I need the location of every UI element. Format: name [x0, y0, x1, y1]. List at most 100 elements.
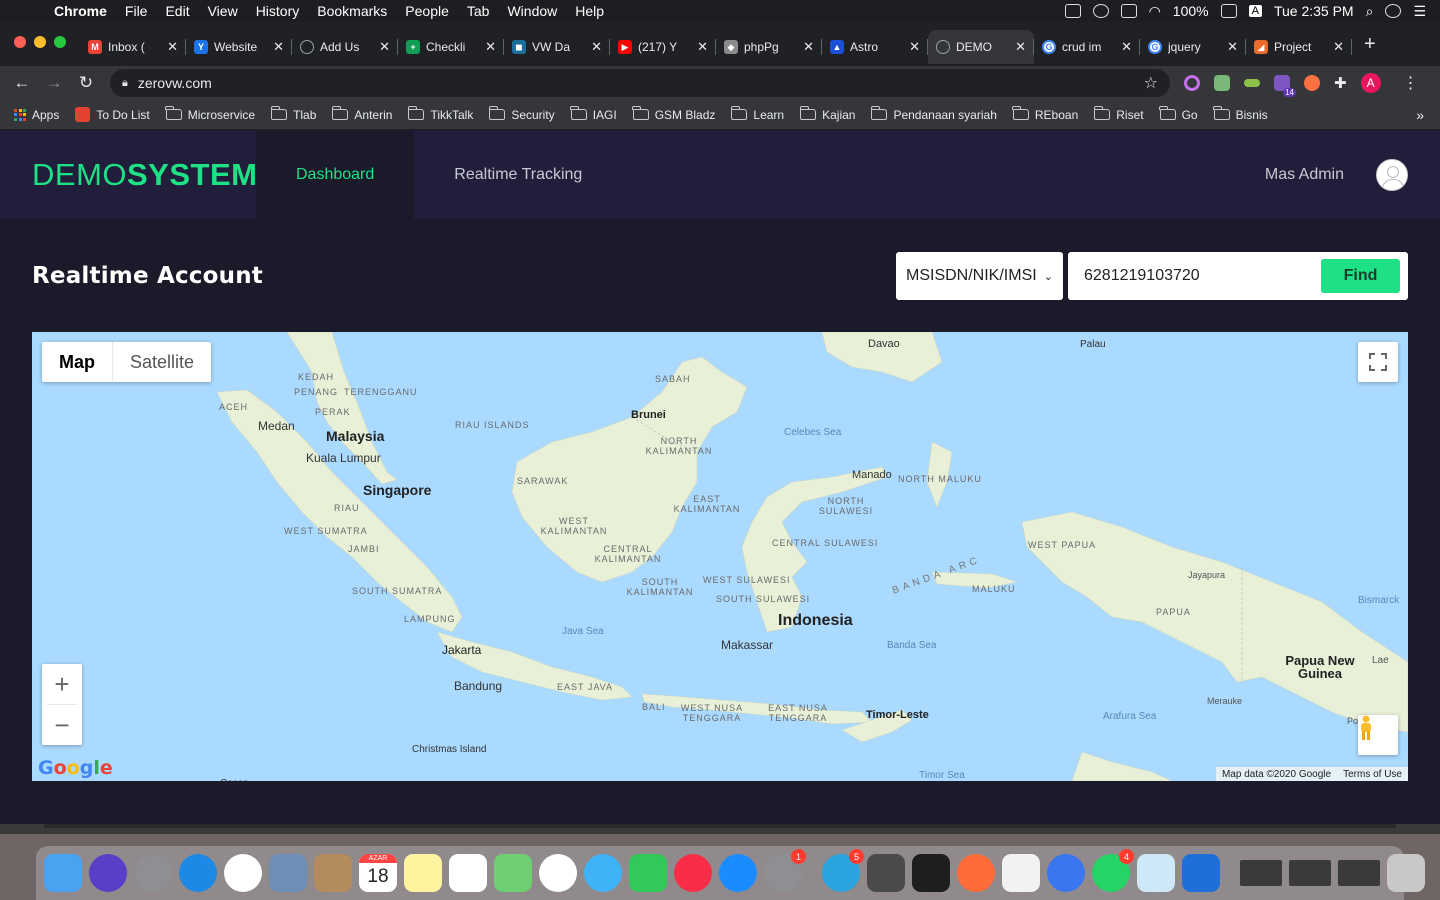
- user-avatar-icon[interactable]: [1376, 159, 1408, 191]
- tab-close-icon[interactable]: ✕: [485, 39, 496, 55]
- notification-icon[interactable]: [1092, 4, 1109, 18]
- user-menu[interactable]: Mas Admin: [1265, 159, 1440, 191]
- browser-tab[interactable]: Y Website ✕: [186, 30, 292, 64]
- forward-button[interactable]: →: [38, 73, 70, 93]
- browser-tab[interactable]: Gjquery ✕: [1140, 30, 1246, 64]
- new-tab-button[interactable]: +: [1352, 33, 1388, 56]
- browser-tab[interactable]: + Checkli ✕: [398, 30, 504, 64]
- postman-icon[interactable]: [957, 854, 995, 892]
- menu-view[interactable]: View: [199, 3, 247, 19]
- browser-tab[interactable]: ◆ phpPg ✕: [716, 30, 822, 64]
- bookmark-folder[interactable]: Microservice: [165, 106, 255, 122]
- maps-icon[interactable]: [494, 854, 532, 892]
- bookmark-folder[interactable]: Go: [1159, 106, 1198, 122]
- document-icon[interactable]: [1002, 854, 1040, 892]
- search-input[interactable]: [1084, 267, 1321, 285]
- terms-of-use-link[interactable]: Terms of Use: [1343, 769, 1402, 780]
- bookmark-folder[interactable]: Learn: [730, 106, 784, 122]
- minimize-window-button[interactable]: [34, 36, 46, 48]
- bookmark-folder[interactable]: Pendanaan syariah: [870, 106, 997, 122]
- finder-icon[interactable]: [44, 854, 82, 892]
- browser-tab[interactable]: Gcrud im ✕: [1034, 30, 1140, 64]
- nav-dashboard[interactable]: Dashboard: [256, 131, 415, 219]
- menu-edit[interactable]: Edit: [156, 3, 198, 19]
- browser-tab[interactable]: ▶ (217) Y ✕: [610, 30, 716, 64]
- tab-close-icon[interactable]: ✕: [1015, 39, 1026, 55]
- window-thumb-icon[interactable]: [1289, 860, 1331, 886]
- tab-close-icon[interactable]: ✕: [1333, 39, 1344, 55]
- input-source-icon[interactable]: A: [1248, 5, 1262, 17]
- battery-percent[interactable]: 100%: [1173, 3, 1209, 19]
- menu-tab[interactable]: Tab: [458, 3, 499, 19]
- maximize-window-button[interactable]: [54, 36, 66, 48]
- back-button[interactable]: ←: [6, 73, 38, 93]
- safari-icon[interactable]: [179, 854, 217, 892]
- chrome-icon[interactable]: [224, 854, 262, 892]
- chrome-menu-icon[interactable]: ⋮: [1403, 73, 1419, 93]
- menu-people[interactable]: People: [396, 3, 458, 19]
- browser-tab[interactable]: ▲ Astro ✕: [822, 30, 928, 64]
- bookmark-folder[interactable]: Security: [488, 106, 555, 122]
- tab-close-icon[interactable]: ✕: [909, 39, 920, 55]
- signal-icon[interactable]: [1047, 854, 1085, 892]
- preview-icon[interactable]: [269, 854, 307, 892]
- bookmarks-overflow-icon[interactable]: »: [1416, 107, 1424, 123]
- reminders-icon[interactable]: [449, 854, 487, 892]
- tab-close-icon[interactable]: ✕: [803, 39, 814, 55]
- reload-button[interactable]: ↻: [70, 73, 102, 93]
- orange-extension-icon[interactable]: [1304, 75, 1320, 91]
- street-view-pegman-icon[interactable]: [1358, 715, 1398, 755]
- bookmark-folder[interactable]: Riset: [1093, 106, 1144, 122]
- bookmark-folder[interactable]: IAGI: [570, 106, 617, 122]
- zoom-out-button[interactable]: −: [42, 705, 82, 745]
- bookmark-todo[interactable]: To Do List: [75, 107, 150, 122]
- browser-tab[interactable]: ◢ Project ✕: [1246, 30, 1352, 64]
- vpn-icon[interactable]: [1182, 854, 1220, 892]
- notes-icon[interactable]: [404, 854, 442, 892]
- bookmark-folder[interactable]: GSM Bladz: [632, 106, 715, 122]
- tab-close-icon[interactable]: ✕: [697, 39, 708, 55]
- map-type-map-button[interactable]: Map: [42, 342, 113, 382]
- extensions-puzzle-icon[interactable]: ✚: [1334, 74, 1347, 92]
- siri-icon[interactable]: [89, 854, 127, 892]
- find-button[interactable]: Find: [1321, 259, 1400, 293]
- cleaner-icon[interactable]: [1137, 854, 1175, 892]
- bookmark-folder[interactable]: Tlab: [270, 106, 316, 122]
- messages-icon[interactable]: [584, 854, 622, 892]
- whatsapp-icon[interactable]: 4: [1092, 849, 1134, 892]
- photos-icon[interactable]: [539, 854, 577, 892]
- bookmark-star-icon[interactable]: ☆: [1144, 73, 1158, 93]
- fullscreen-button[interactable]: [1358, 342, 1398, 382]
- bookmark-folder[interactable]: Anterin: [331, 106, 392, 122]
- menu-help[interactable]: Help: [566, 3, 613, 19]
- bookmark-apps[interactable]: Apps: [14, 108, 59, 122]
- menu-bookmarks[interactable]: Bookmarks: [308, 3, 396, 19]
- tab-close-icon[interactable]: ✕: [379, 39, 390, 55]
- browser-tab[interactable]: Add Us ✕: [292, 30, 398, 64]
- telegram-icon[interactable]: 5: [822, 849, 864, 892]
- spotlight-search-icon[interactable]: ⌕: [1366, 3, 1374, 20]
- status-app-icon[interactable]: [1064, 4, 1081, 18]
- brand-logo[interactable]: DEMOSYSTEM: [0, 157, 257, 193]
- browser-tab[interactable]: M Inbox (✕: [80, 30, 186, 64]
- contacts-icon[interactable]: [314, 854, 352, 892]
- wifi-icon[interactable]: ◠: [1149, 3, 1161, 20]
- zoom-in-button[interactable]: +: [42, 664, 82, 704]
- bookmark-folder[interactable]: TikkTalk: [407, 106, 473, 122]
- calendar-icon[interactable]: AZAR 18: [359, 854, 397, 892]
- tab-close-icon[interactable]: ✕: [1227, 39, 1238, 55]
- tab-close-icon[interactable]: ✕: [273, 39, 284, 55]
- menu-window[interactable]: Window: [498, 3, 566, 19]
- bookmark-folder[interactable]: REboan: [1012, 106, 1078, 122]
- window-thumb-icon[interactable]: [1338, 860, 1380, 886]
- status-tool-icon[interactable]: [1120, 4, 1137, 18]
- profile-avatar[interactable]: A: [1360, 73, 1381, 93]
- search-type-select[interactable]: MSISDN/NIK/IMSI ⌄: [896, 252, 1063, 300]
- window-thumb-icon[interactable]: [1240, 860, 1282, 886]
- map-type-satellite-button[interactable]: Satellite: [113, 342, 211, 382]
- trash-icon[interactable]: [1387, 854, 1425, 892]
- tab-close-icon[interactable]: ✕: [1121, 39, 1132, 55]
- google-map[interactable]: Malaysia Singapore Brunei Indonesia Timor-Le…: [32, 332, 1408, 781]
- clock[interactable]: Tue 2:35 PM: [1274, 3, 1354, 19]
- close-window-button[interactable]: [14, 36, 26, 48]
